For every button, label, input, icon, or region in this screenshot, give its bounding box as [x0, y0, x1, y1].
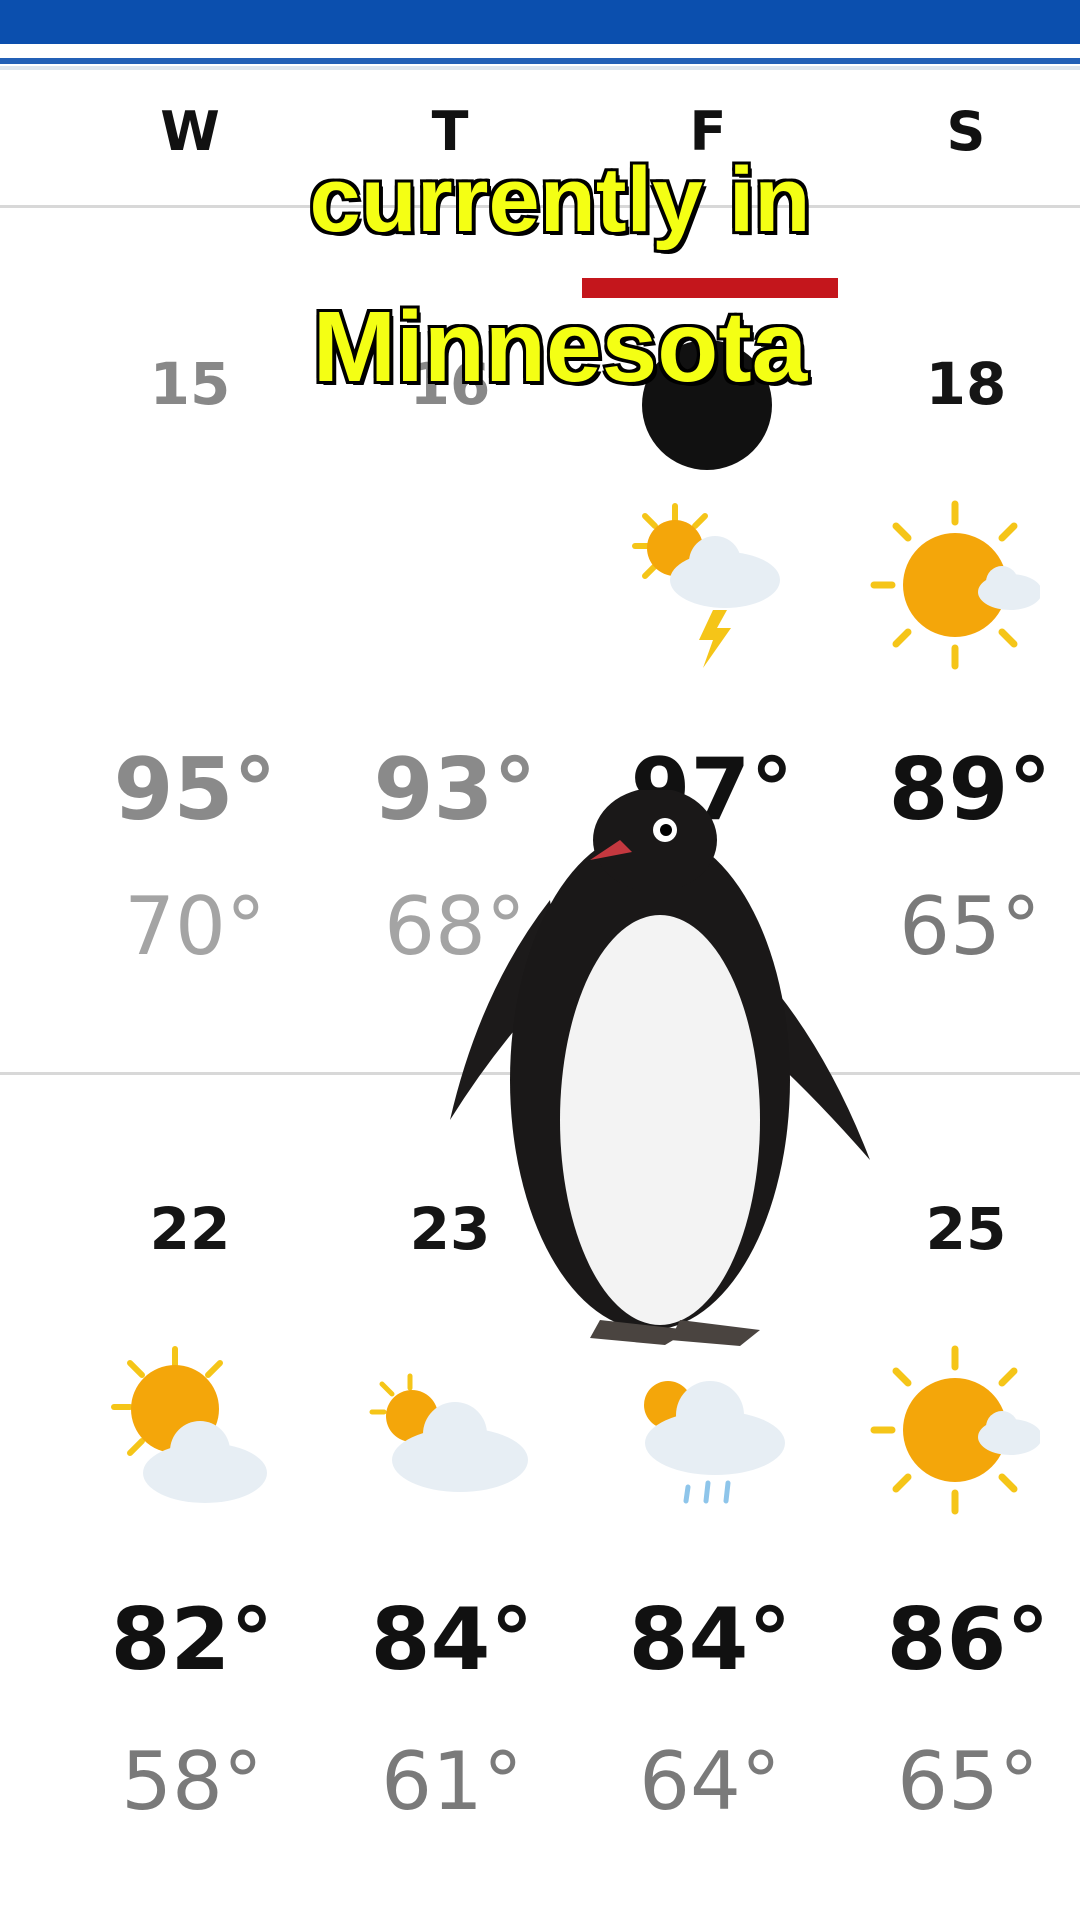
low-temp: 58°	[121, 1735, 263, 1828]
low-temp: 65°	[897, 1735, 1039, 1828]
penguin-sticker	[450, 790, 870, 1346]
rain-icon	[644, 1381, 785, 1504]
high-temp: 84°	[370, 1590, 534, 1690]
caption-line-2: Minnesota	[311, 289, 809, 405]
date-cell[interactable]: 25	[866, 1195, 1066, 1263]
low-temp: 70°	[124, 880, 266, 973]
sunny-icon	[870, 500, 1040, 670]
header-divider	[0, 58, 1080, 64]
app-header-bar	[0, 0, 1080, 44]
sun-cloud-icon	[369, 1373, 528, 1492]
high-temp: 86°	[886, 1590, 1050, 1690]
sunny-icon	[870, 1345, 1040, 1515]
high-temp: 89°	[888, 740, 1052, 840]
date-cell[interactable]: 22	[90, 1195, 290, 1263]
low-temp: 65°	[899, 880, 1041, 973]
caption-line-1: currently in	[307, 147, 812, 253]
thunderstorm-icon	[632, 503, 780, 668]
low-temp: 61°	[381, 1735, 523, 1828]
high-temp: 95°	[113, 740, 277, 840]
header-shadow	[0, 66, 1080, 70]
high-temp: 84°	[628, 1590, 792, 1690]
high-temp: 82°	[110, 1590, 274, 1690]
low-temp: 64°	[639, 1735, 781, 1828]
sun-cloud-icon	[111, 1346, 267, 1503]
